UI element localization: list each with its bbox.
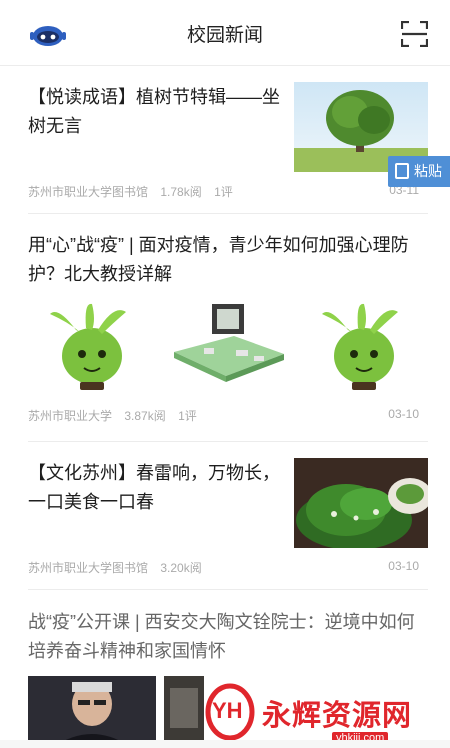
list-item[interactable]: 用“心”战“疫” | 面对疫情，青少年如何加强心理防护？北大教授详解 苏州市职业… xyxy=(28,214,428,442)
article-title[interactable]: 【文化苏州】春雷响，万物长，一口美食一口春 xyxy=(28,459,288,517)
article-title[interactable]: 【悦读成语】植树节特辑——坐树无言 xyxy=(28,83,288,141)
article-views: 3.87k阅 xyxy=(124,409,166,423)
article-thumbnail[interactable] xyxy=(294,458,428,548)
paste-label: 粘贴 xyxy=(414,163,442,179)
article-meta: 苏州市职业大学图书馆 3.20k阅 03-10 xyxy=(28,559,428,576)
article-source: 苏州市职业大学图书馆 xyxy=(28,561,149,575)
list-item[interactable]: 【悦读成语】植树节特辑——坐树无言 苏州市职业大学图书馆 1.78k阅 1评 0 xyxy=(28,66,428,214)
app-header: 校园新闻 xyxy=(0,0,450,66)
article-date: 03-10 xyxy=(388,407,419,421)
watermark-logo: YH xyxy=(212,698,243,723)
article-meta: 苏州市职业大学图书馆 1.78k阅 1评 03-11 xyxy=(28,183,428,200)
article-source: 苏州市职业大学图书馆 xyxy=(28,185,149,199)
article-image[interactable] xyxy=(28,676,156,748)
article-views: 3.20k阅 xyxy=(160,561,202,575)
clipboard-icon xyxy=(395,163,409,179)
article-source: 苏州市职业大学 xyxy=(28,409,113,423)
article-views: 1.78k阅 xyxy=(160,185,202,199)
article-image[interactable] xyxy=(164,676,204,748)
bottom-nav-bar[interactable] xyxy=(0,740,450,748)
article-title[interactable]: 战“疫”公开课 | 西安交大陶文铨院士：逆境中如何培养奋斗精神和家国情怀 xyxy=(28,608,428,666)
article-comments: 1评 xyxy=(178,409,197,423)
campus-map-image[interactable] xyxy=(164,300,292,392)
page-title: 校园新闻 xyxy=(186,25,263,46)
scan-icon[interactable] xyxy=(401,21,428,47)
article-meta: 苏州市职业大学 3.87k阅 1评 03-10 xyxy=(28,407,428,424)
article-comments: 1评 xyxy=(214,185,233,199)
watermark: YH 永辉资源网 yhkjjj.com xyxy=(204,676,450,748)
mascot-image[interactable] xyxy=(300,300,428,392)
watermark-site-name: 永辉资源网 xyxy=(262,700,413,732)
article-image-grid xyxy=(28,300,428,392)
article-title[interactable]: 用“心”战“疫” | 面对疫情，青少年如何加强心理防护？北大教授详解 xyxy=(28,231,428,289)
list-item[interactable]: 【文化苏州】春雷响，万物长，一口美食一口春 苏州市职业大学图书馆 3.20k阅 … xyxy=(28,442,428,590)
mascot-image[interactable] xyxy=(28,300,156,392)
paste-button[interactable]: 粘贴 xyxy=(388,156,450,187)
article-date: 03-10 xyxy=(388,559,419,573)
